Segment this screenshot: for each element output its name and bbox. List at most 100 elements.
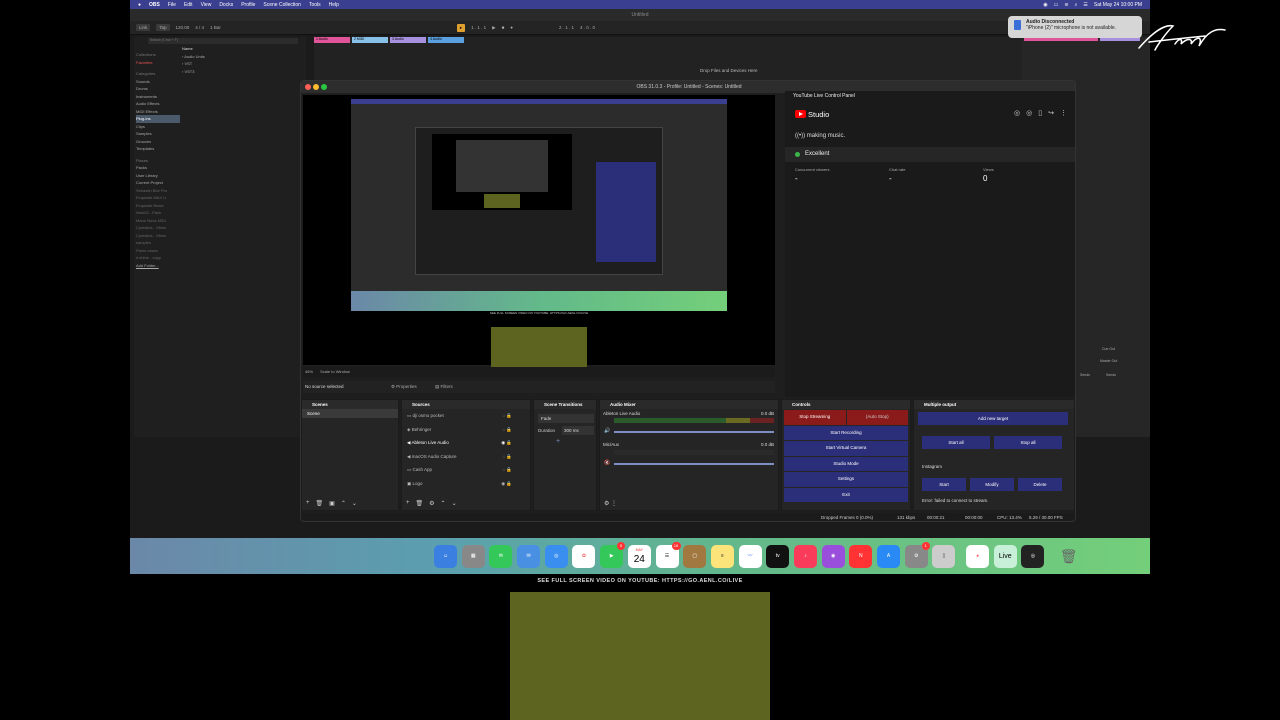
start-recording-button[interactable]: Start Recording [784, 425, 908, 440]
down-icon[interactable]: ⌄ [352, 500, 357, 507]
account-icon[interactable]: ◎ [1014, 109, 1020, 117]
menu-profile[interactable]: Profile [241, 2, 255, 8]
zoom-window-icon[interactable] [321, 84, 327, 90]
launchpad-icon[interactable]: ▦ [461, 544, 485, 568]
facetime-icon[interactable]: ▶ 5 [600, 541, 626, 568]
audio-disconnected-notification[interactable]: Audio Disconnected "iPhone (2)" micropho… [1008, 16, 1142, 38]
source-item[interactable]: ◀ Ableton Live Audio ◉ 🔒 [402, 436, 530, 450]
add-icon[interactable]: + [406, 500, 410, 507]
obs-icon[interactable]: ◎ [1021, 544, 1045, 568]
browser-search[interactable]: Search (Cmd + F) [148, 38, 298, 44]
mail-icon[interactable]: ✉ [517, 544, 541, 568]
scene-item[interactable]: Scene [302, 409, 398, 418]
tap-button[interactable]: Tap [156, 24, 170, 31]
record-icon[interactable]: ● [510, 25, 513, 30]
menu-file[interactable]: File [168, 2, 176, 8]
apple-menu-icon[interactable]: ● [138, 2, 141, 8]
visibility-icon[interactable]: ◌ 🔒 [502, 423, 512, 437]
more-icon[interactable]: ⋮ [1060, 109, 1067, 117]
favorites-item[interactable]: Favorites [136, 59, 180, 67]
freeform-icon[interactable]: 〰 [738, 544, 762, 568]
time-signature[interactable]: 4 / 4 [195, 25, 204, 30]
add-transition-icon[interactable]: + [556, 438, 560, 445]
exit-button[interactable]: Exit [784, 487, 908, 502]
visibility-icon[interactable]: ◌ 🔒 [502, 463, 512, 477]
system-settings-icon[interactable]: ⚙ 1 [904, 541, 930, 568]
down-icon[interactable]: ⌄ [452, 500, 457, 507]
stop-streaming-button[interactable]: Stop Streaming [784, 410, 846, 425]
target-modify-button[interactable]: Modify [970, 478, 1014, 491]
place-item[interactable]: samples [136, 239, 180, 247]
muted-speaker-icon[interactable]: 🔇 [604, 460, 610, 466]
source-item[interactable]: ◈ Behringer ◌ 🔒 [402, 423, 530, 437]
scale-mode-select[interactable]: Scale to Window [320, 369, 350, 374]
arrangement-position[interactable]: 1 . 1 . 1 [471, 25, 486, 30]
source-item[interactable]: ▭ Cash App ◌ 🔒 [402, 463, 530, 477]
visibility-icon[interactable]: ◉ 🔒 [501, 477, 512, 491]
category-item[interactable]: Drums [136, 85, 180, 93]
menu-obs[interactable]: OBS [149, 2, 160, 8]
remove-icon[interactable]: 🗑 [416, 500, 424, 507]
place-item[interactable]: Sebastin Bldr Pro [136, 187, 180, 195]
menu-scene-collection[interactable]: Scene Collection [263, 2, 301, 8]
up-icon[interactable]: ⌃ [441, 500, 446, 507]
mixer-settings-icon[interactable]: ⚙ ⋮ [604, 500, 617, 507]
category-item[interactable]: Instruments [136, 93, 180, 101]
up-icon[interactable]: ⌃ [341, 500, 346, 507]
apple-tv-icon[interactable]: tv [766, 544, 790, 568]
duration-input[interactable]: 300 ms [562, 426, 594, 435]
place-item[interactable]: Cymatics - Vibes [136, 224, 180, 232]
place-item[interactable]: Mano Nova MIDI [136, 217, 180, 225]
category-item[interactable]: Templates [136, 145, 180, 153]
category-item[interactable]: MIDI Effects [136, 108, 180, 116]
safari-icon[interactable]: ◎ [544, 544, 568, 568]
quantize-select[interactable]: 1 Bar [210, 25, 221, 30]
source-item[interactable]: ◀ macOS Audio Capture ◌ 🔒 [402, 450, 530, 464]
follow-button[interactable]: ▸ [456, 23, 466, 32]
loop-length[interactable]: 4 . 0 . 0 [580, 25, 595, 30]
menu-datetime[interactable]: Sat May 24 10:00 PM [1094, 2, 1142, 8]
speaker-icon[interactable]: 🔊 [604, 428, 610, 434]
visibility-icon[interactable]: ◌ 🔒 [502, 450, 512, 464]
close-window-icon[interactable] [305, 84, 311, 90]
loop-start[interactable]: 2 . 1 . 1 [559, 25, 574, 30]
search-icon[interactable]: ⌕ [1075, 2, 1078, 8]
studio-mode-button[interactable]: Studio Mode [784, 456, 908, 471]
control-center-icon[interactable]: ☰ [1083, 2, 1087, 8]
tempo-field[interactable]: 120.00 [176, 25, 190, 30]
podcasts-icon[interactable]: ◉ [821, 544, 845, 568]
place-item[interactable]: Cymatics - Vibes [136, 232, 180, 240]
properties-icon[interactable]: ⚙ [429, 500, 434, 507]
browser-row[interactable]: › VST3 [182, 68, 306, 76]
start-virtual-camera-button[interactable]: Start Virtual Camera [784, 441, 908, 456]
preview-zoom[interactable]: 46% [305, 369, 313, 374]
place-item[interactable]: Current Project [136, 179, 180, 187]
category-item-selected[interactable]: Plug-Ins [136, 115, 180, 123]
add-icon[interactable]: + [306, 500, 310, 507]
category-item[interactable]: Grooves [136, 138, 180, 146]
filter-icon[interactable]: ▣ [329, 500, 335, 507]
place-item[interactable]: d.shine - copy [136, 254, 180, 262]
category-item[interactable]: Audio Effects [136, 100, 180, 108]
calendar-icon[interactable]: MAY 24 [627, 544, 651, 568]
notes-icon[interactable]: ≡ [710, 544, 734, 568]
wifi-icon[interactable]: ≋ [1064, 2, 1068, 8]
remove-icon[interactable]: 🗑 [316, 500, 324, 507]
chrome-icon[interactable]: ◕ [966, 544, 990, 568]
menu-help[interactable]: Help [329, 2, 339, 8]
browser-row[interactable]: › VST [182, 60, 306, 68]
source-item[interactable]: ▣ Logo ◉ 🔒 [402, 477, 530, 491]
news-icon[interactable]: N [849, 544, 873, 568]
place-item[interactable]: Nmk02 - Pack [136, 209, 180, 217]
track-header[interactable]: 2 MIDI [352, 37, 388, 43]
menu-docks[interactable]: Docks [219, 2, 233, 8]
browser-row[interactable]: › Audio Units [182, 53, 306, 61]
place-item[interactable]: Packs [136, 164, 180, 172]
stop-icon[interactable]: ■ [502, 25, 505, 30]
obs-preview[interactable]: SEE FULL SCREEN VIDEO ON YOUTUBE: HTTPS:… [303, 95, 775, 377]
finder-icon[interactable]: ☺ [434, 544, 457, 568]
properties-button[interactable]: ⚙ Properties [391, 381, 417, 393]
volume-slider[interactable] [614, 431, 774, 433]
share-icon[interactable]: ↪ [1048, 109, 1054, 117]
menu-edit[interactable]: Edit [184, 2, 193, 8]
